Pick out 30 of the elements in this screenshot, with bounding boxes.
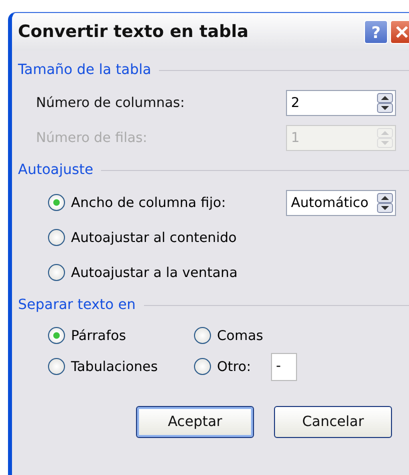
radio-label[interactable]: Autoajustar al contenido [71,230,237,246]
ok-button[interactable]: Aceptar [136,406,254,438]
field-label: Número de columnas: [36,94,186,110]
window-title: Convertir texto en tabla [18,22,250,42]
cancel-button[interactable]: Cancelar [274,406,392,438]
radio-label[interactable]: Párrafos [71,328,126,344]
section-heading: Separar texto en [18,297,136,313]
spinner-arrows-icon [377,92,393,112]
close-icon [394,24,409,40]
spinner-arrows-icon [377,192,393,212]
radio-button[interactable] [194,327,211,344]
field-label: Número de filas: [36,130,148,146]
radio-button[interactable] [48,264,65,281]
radio-label[interactable]: Ancho de columna fijo: [71,194,226,210]
radio-label[interactable]: Autoajustar a la ventana [71,264,238,280]
radio-label[interactable]: Otro: [217,358,251,374]
section-heading: Tamaño de la tabla [18,62,152,78]
input-field[interactable]: - [270,352,297,380]
radio-button[interactable] [48,327,65,344]
radio-button[interactable] [48,194,65,211]
spinner-arrows-icon [377,128,393,148]
radio-label[interactable]: Tabulaciones [71,358,158,374]
radio-button[interactable] [48,229,65,246]
radio-label[interactable]: Comas [217,328,264,344]
width-spinner[interactable]: Automático [286,190,396,216]
radio-button[interactable] [194,358,211,375]
radio-button[interactable] [48,358,65,375]
section-heading: Autoajuste [18,162,94,178]
close-button[interactable] [390,20,409,44]
number-spinner[interactable]: 2 [286,90,396,116]
